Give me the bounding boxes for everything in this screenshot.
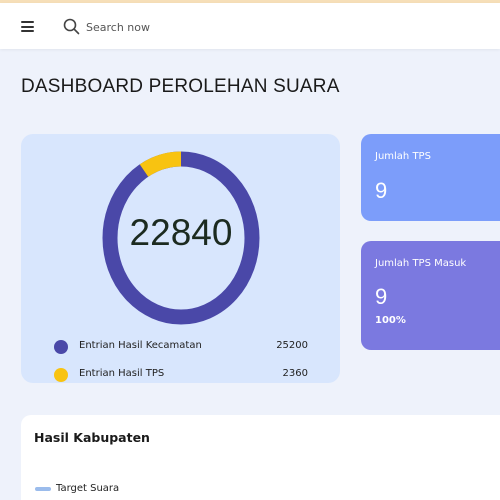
legend-dot-icon [54, 368, 68, 382]
stat-value: 9 [375, 284, 388, 309]
search-icon[interactable] [63, 18, 80, 35]
legend-label: Entrian Hasil TPS [79, 368, 165, 379]
legend-item-kecamatan: Entrian Hasil Kecamatan 25200 [54, 339, 308, 355]
legend-value: 25200 [276, 340, 308, 351]
stat-label: Jumlah TPS Masuk [375, 258, 467, 269]
stat-label: Jumlah TPS [375, 151, 431, 162]
stat-card-jumlah-tps-masuk: Jumlah TPS Masuk 9 100% [361, 241, 500, 350]
card-title: Hasil Kabupaten [34, 430, 150, 445]
legend-dot-icon [54, 340, 68, 354]
legend-value: 2360 [282, 368, 308, 379]
vote-summary-card: 22840 Entrian Hasil Kecamatan 25200 Entr… [21, 134, 340, 383]
legend-item-tps: Entrian Hasil TPS 2360 [54, 367, 308, 383]
donut-segment-tps [139, 151, 182, 177]
hasil-kabupaten-card: Hasil Kabupaten Target Suara [21, 415, 500, 500]
search-input[interactable] [86, 17, 286, 37]
top-navbar [0, 3, 500, 49]
legend-line-icon [35, 487, 51, 491]
page-title: DASHBOARD PEROLEHAN SUARA [21, 76, 340, 97]
stat-card-jumlah-tps: Jumlah TPS 9 [361, 134, 500, 221]
stat-value: 9 [375, 178, 388, 203]
stat-percentage: 100% [375, 315, 406, 326]
legend-label: Entrian Hasil Kecamatan [79, 340, 202, 351]
donut-center-value: 22840 [129, 212, 233, 253]
legend-label: Target Suara [56, 483, 120, 494]
menu-icon[interactable] [21, 21, 34, 32]
